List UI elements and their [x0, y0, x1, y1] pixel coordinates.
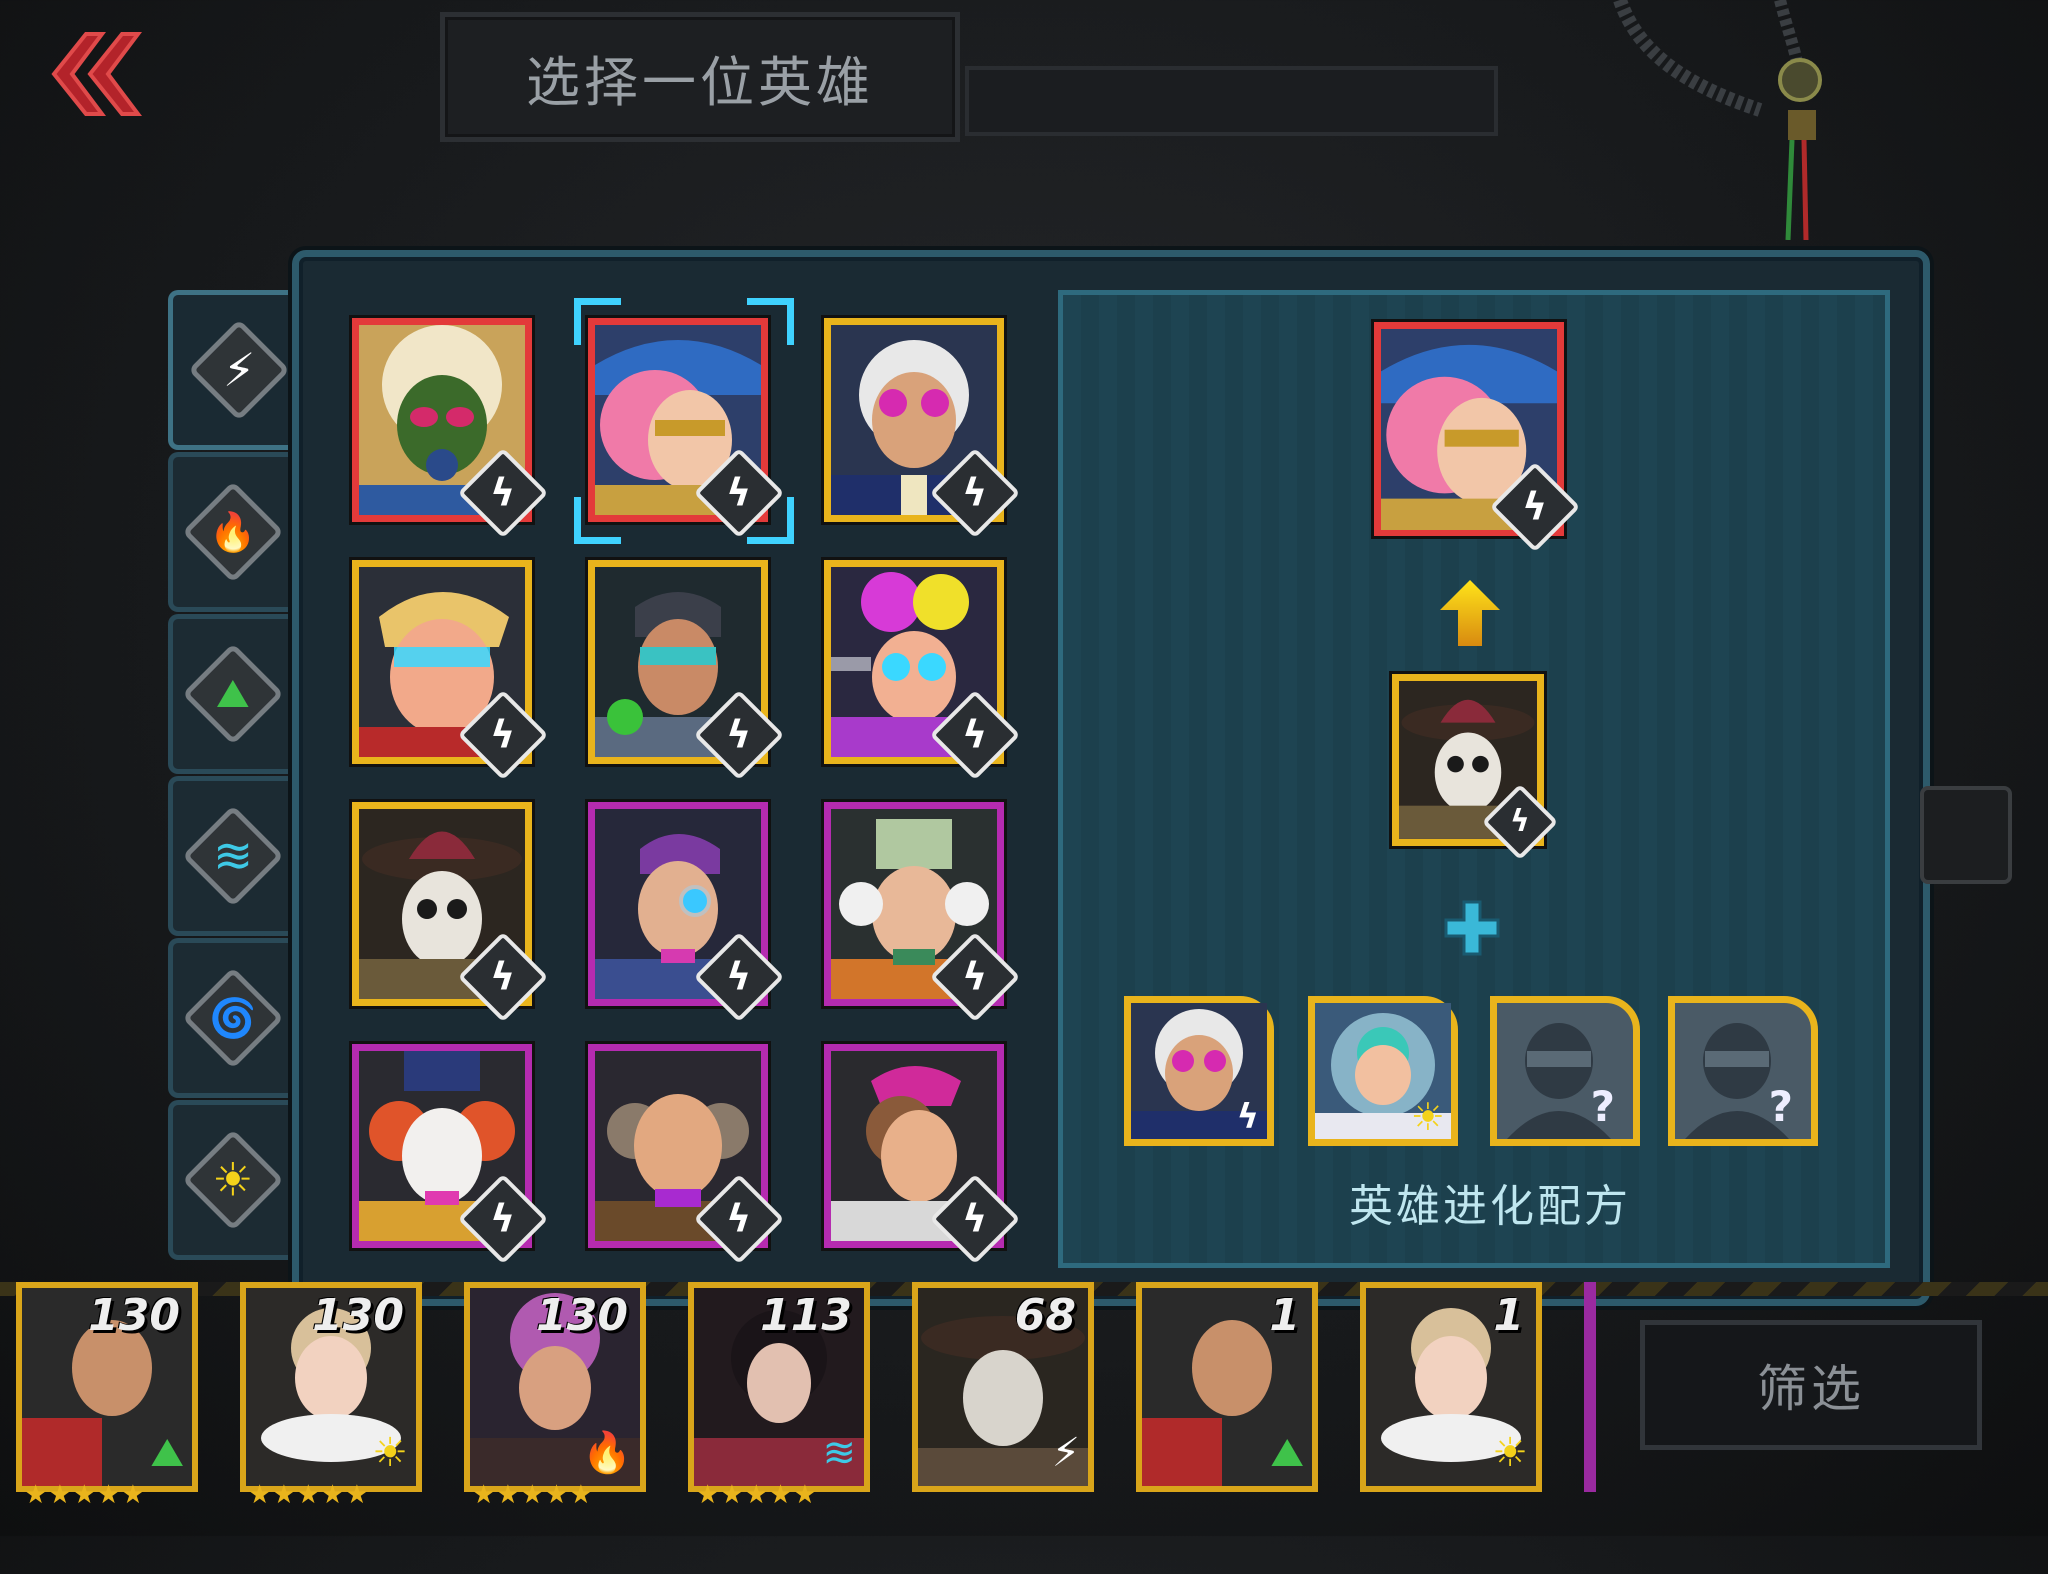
back-icon[interactable]	[34, 26, 144, 122]
hero-level: 1	[1269, 1290, 1300, 1341]
tab-water[interactable]: ≋	[168, 776, 293, 936]
roster-hero-card[interactable]: 68 ⚡	[912, 1282, 1094, 1492]
unknown-mark: ?	[1768, 1082, 1793, 1131]
hero-card[interactable]: ϟ	[824, 802, 1021, 1023]
mountain-icon: ⛰	[216, 670, 250, 717]
sun-icon: ☀	[1410, 1095, 1445, 1139]
hero-card[interactable]: ϟ	[588, 802, 785, 1023]
hero-level: 130	[88, 1290, 180, 1341]
mountain-icon: ⛰	[1270, 1430, 1304, 1476]
recipe-material-1[interactable]: ϟ	[1124, 996, 1274, 1146]
hero-level: 113	[760, 1290, 852, 1341]
wave-icon: ≋	[822, 1430, 856, 1476]
evolve-arrow-icon	[1440, 580, 1500, 646]
lightning-icon: ϟ	[726, 712, 752, 757]
hero-card[interactable]: ϟ	[352, 318, 549, 539]
mountain-icon: ⛰	[150, 1430, 184, 1476]
lightning-icon: ϟ	[962, 470, 988, 515]
hero-card[interactable]: ϟ	[588, 560, 785, 781]
star-rating: ★★★★★	[696, 1480, 818, 1510]
page-title: 选择一位英雄	[526, 50, 874, 114]
roster-hero-card[interactable]: 1 ⛰	[1136, 1282, 1318, 1492]
hero-card-selected[interactable]: ϟ	[588, 318, 785, 539]
roster-hero-card[interactable]: 113 ≋	[688, 1282, 870, 1492]
star-rating: ★★★★★	[472, 1480, 594, 1510]
lightning-icon: ϟ	[962, 1196, 988, 1241]
roster-hero-card[interactable]: 130 🔥	[464, 1282, 646, 1492]
roster-hero-card[interactable]: 130 ⛰	[16, 1282, 198, 1492]
title-extension-bar	[965, 66, 1498, 136]
wave-icon: ≋	[212, 828, 254, 884]
tab-light[interactable]: ☀	[168, 1100, 293, 1260]
lightning-icon: ϟ	[726, 1196, 752, 1241]
tab-earth[interactable]: ⛰	[168, 614, 293, 774]
lightning-icon: ϟ	[962, 954, 988, 999]
filter-button[interactable]: 筛选	[1640, 1320, 1982, 1450]
unknown-mark: ?	[1590, 1082, 1615, 1131]
recipe-material-3-locked[interactable]: ?	[1490, 996, 1640, 1146]
lightning-icon: ⚡	[1051, 1430, 1080, 1476]
hero-level: 1	[1493, 1290, 1524, 1341]
lightning-icon: ϟ	[1522, 484, 1548, 529]
tab-fire[interactable]: 🔥	[168, 452, 293, 612]
recipe-result-hero[interactable]: ϟ	[1374, 322, 1581, 553]
star-rating: ★★★★★	[24, 1480, 146, 1510]
lightning-icon: ϟ	[726, 470, 752, 515]
hero-level: 130	[312, 1290, 404, 1341]
spiral-icon: 🌀	[209, 995, 257, 1040]
cable-machinery-decoration	[1613, 0, 1822, 240]
filter-button-label: 筛选	[1757, 1360, 1865, 1418]
lightning-icon: ϟ	[490, 1196, 516, 1241]
lightning-icon: ϟ	[1236, 1097, 1259, 1137]
lightning-icon: ⚡	[222, 343, 256, 397]
lightning-icon: ϟ	[1510, 803, 1530, 839]
roster-divider	[1584, 1282, 1596, 1492]
hero-card[interactable]: ϟ	[352, 802, 549, 1023]
lightning-icon: ϟ	[490, 954, 516, 999]
recipe-material-2[interactable]: ☀	[1308, 996, 1458, 1146]
hero-card[interactable]: ϟ	[352, 560, 549, 781]
plus-icon	[1444, 900, 1500, 956]
hero-card[interactable]: ϟ	[824, 560, 1021, 781]
roster-hero-card[interactable]: 130 ☀	[240, 1282, 422, 1492]
recipe-base-hero[interactable]: ϟ	[1392, 674, 1559, 861]
side-handle[interactable]	[1920, 786, 2012, 884]
tab-spirit[interactable]: 🌀	[168, 938, 293, 1098]
hero-card[interactable]: ϟ	[824, 1044, 1021, 1265]
fire-icon: 🔥	[209, 509, 257, 554]
lightning-icon: ϟ	[490, 712, 516, 757]
lightning-icon: ϟ	[490, 470, 516, 515]
hero-level: 130	[536, 1290, 628, 1341]
roster-hero-card[interactable]: 1 ☀	[1360, 1282, 1542, 1492]
hero-card[interactable]: ϟ	[588, 1044, 785, 1265]
title-plate: 选择一位英雄	[440, 12, 960, 142]
fire-icon: 🔥	[582, 1430, 632, 1476]
hero-level: 68	[1014, 1290, 1076, 1341]
lightning-icon: ϟ	[962, 712, 988, 757]
tab-lightning[interactable]: ⚡	[168, 290, 305, 450]
recipe-material-4-locked[interactable]: ?	[1668, 996, 1818, 1146]
sun-icon: ☀	[212, 1153, 254, 1207]
recipe-title: 英雄进化配方	[1349, 1181, 1631, 1232]
sun-icon: ☀	[372, 1430, 408, 1476]
sun-icon: ☀	[1492, 1430, 1528, 1476]
hero-card[interactable]: ϟ	[824, 318, 1021, 539]
star-rating: ★★★★★	[248, 1480, 370, 1510]
lightning-icon: ϟ	[726, 954, 752, 999]
hero-card[interactable]: ϟ	[352, 1044, 549, 1265]
